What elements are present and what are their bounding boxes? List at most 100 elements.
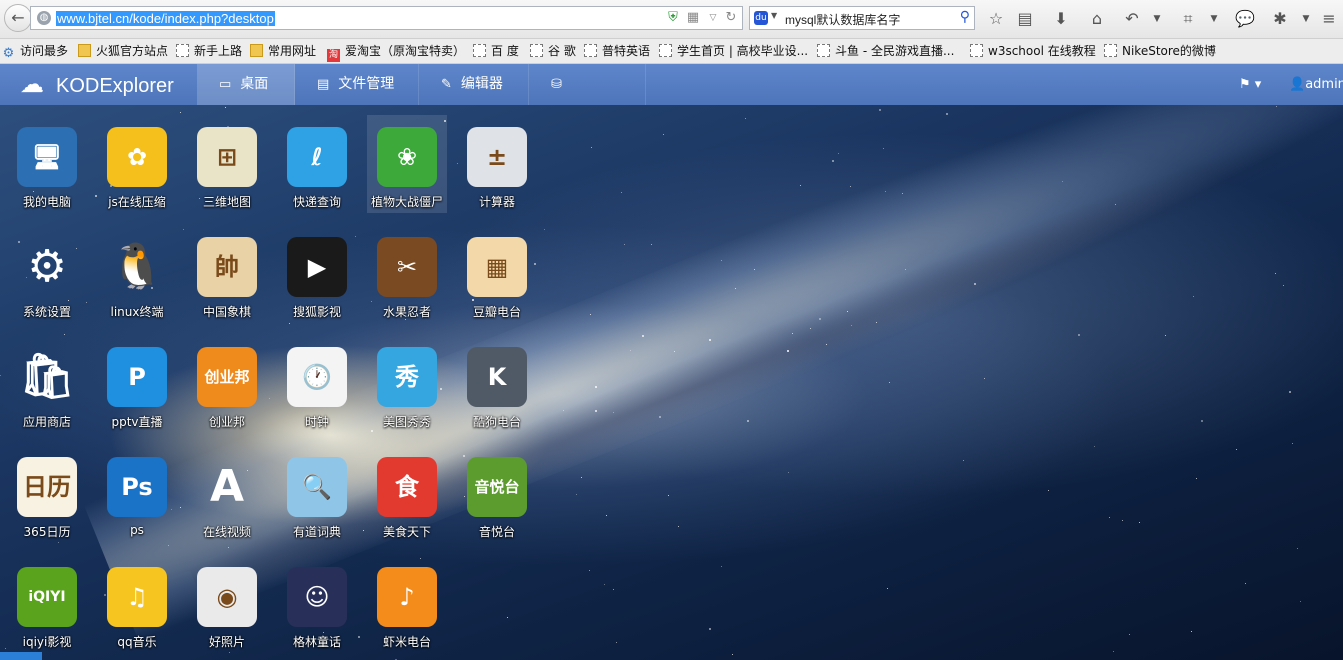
desktop-app[interactable]: 秀美图秀秀 — [367, 335, 447, 433]
desktop-app[interactable]: 创业邦 创业邦 — [187, 335, 267, 433]
bookmark-item[interactable]: w3school 在线教程 — [970, 43, 1096, 59]
desktop-app[interactable]: ▶ 搜狐影视 — [277, 225, 357, 323]
app-label: 好照片 — [208, 635, 245, 649]
desktop-app[interactable]: ⊞ 三维地图 — [187, 115, 267, 213]
edit-icon: ✎ — [441, 77, 452, 92]
bookmark-item[interactable]: 淘爱淘宝（原淘宝特卖） — [327, 43, 465, 62]
youdao-icon: 🔍 — [287, 457, 347, 517]
chat-icon[interactable]: 💬 — [1234, 8, 1256, 30]
menu-icon[interactable]: ≡ — [1318, 8, 1340, 30]
tab-desktop[interactable]: ▭ 桌面 — [197, 64, 295, 105]
desktop-app[interactable]: iQIYI iqiyi影视 — [7, 555, 87, 653]
undo-dropdown-icon[interactable]: ▼ — [1146, 8, 1168, 30]
desktop-app[interactable]: ❀ 植物大战僵尸 — [367, 115, 447, 213]
desktop-app[interactable]: ± 计算器 — [457, 115, 537, 213]
desktop-app[interactable]: 🐧 linux终端 — [97, 225, 177, 323]
qr-icon[interactable]: ▦ — [685, 10, 701, 26]
bug-icon[interactable]: ✱ — [1269, 8, 1291, 30]
calendar-icon: 日历 — [17, 457, 77, 517]
star — [1282, 285, 1284, 287]
desktop-app[interactable]: Ppptv直播 — [97, 335, 177, 433]
star — [612, 589, 614, 591]
search-input[interactable]: mysql默认数据库名字 — [785, 11, 900, 28]
page-icon — [817, 44, 830, 57]
star — [878, 109, 881, 112]
star — [882, 147, 884, 149]
tab-file-manager[interactable]: ▤ 文件管理 — [295, 64, 419, 105]
engine-dropdown-icon[interactable]: ▼ — [771, 11, 777, 20]
desktop-app[interactable]: ☺ 格林童话 — [277, 555, 357, 653]
bookmark-item[interactable]: 常用网址 — [250, 43, 316, 59]
desktop-app[interactable]: A 在线视频 — [187, 445, 267, 543]
desktop-app[interactable]: 🔍 有道词典 — [277, 445, 357, 543]
desktop-app[interactable]: 🖥 我的电脑 — [7, 115, 87, 213]
back-icon[interactable]: ← — [4, 4, 32, 32]
baidu-icon[interactable]: du — [754, 11, 768, 25]
star — [595, 409, 598, 412]
desktop-app[interactable]: ♫ qq音乐 — [97, 555, 177, 653]
map-icon: ⊞ — [197, 127, 257, 187]
desktop-app[interactable]: K 酷狗电台 — [457, 335, 537, 433]
star — [179, 506, 181, 508]
search-icon[interactable]: ⚲ — [960, 9, 970, 25]
tab-adminer[interactable]: ⛁adminer — [529, 64, 646, 133]
desktop-app[interactable]: 音悦台 音悦台 — [457, 445, 537, 543]
bookmark-item[interactable]: 学生首页 | 高校毕业设... — [659, 43, 808, 59]
desktop-app[interactable]: ♪ 虾米电台 — [367, 555, 447, 653]
bookmark-label: 谷 歌 — [548, 44, 576, 58]
bookmark-item[interactable]: NikeStore的微博 — [1104, 43, 1216, 59]
download-icon[interactable]: ⬇ — [1050, 8, 1072, 30]
database-icon: ⛁ — [551, 77, 562, 92]
star-icon[interactable]: ☆ — [985, 8, 1007, 30]
address-bar[interactable]: ◍ www.bjtel.cn/kode/index.php?desktop ⛨ … — [30, 6, 743, 30]
desktop-app[interactable]: 帥中国象棋 — [187, 225, 267, 323]
flag-menu-icon[interactable]: ⚑ ▾ — [1239, 64, 1261, 105]
desktop-app[interactable]: 🛍 应用商店 — [7, 335, 87, 433]
bookmark-item[interactable]: 斗鱼 - 全民游戏直播... — [817, 43, 954, 59]
express-icon: ℓ — [287, 127, 347, 187]
reload-icon[interactable]: ↻ — [723, 10, 739, 26]
crop-dropdown-icon[interactable]: ▼ — [1203, 8, 1225, 30]
undo-icon[interactable]: ↶ — [1121, 8, 1143, 30]
bookmarks-bar: ⚙ 访问最多 火狐官方站点 新手上路 常用网址淘爱淘宝（原淘宝特卖） 百 度 谷 歌 普特英语… — [0, 39, 1343, 64]
desktop-app[interactable]: 🕐 时钟 — [277, 335, 357, 433]
desktop-app[interactable]: ✿ js在线压缩 — [97, 115, 177, 213]
bug-dropdown-icon[interactable]: ▼ — [1295, 8, 1317, 30]
bookmark-item[interactable]: ⚙ 访问最多 — [2, 43, 68, 60]
bookmark-item[interactable]: 百 度 — [473, 43, 519, 59]
url-text[interactable]: www.bjtel.cn/kode/index.php?desktop — [56, 11, 275, 26]
home-icon[interactable]: ⌂ — [1086, 8, 1108, 30]
bookmark-item[interactable]: 新手上路 — [176, 43, 242, 59]
desktop-app[interactable]: 日历 365日历 — [7, 445, 87, 543]
desktop-app[interactable]: ⚙ 系统设置 — [7, 225, 87, 323]
star — [678, 526, 680, 527]
tab-label: 文件管理 — [338, 76, 395, 92]
reader-icon[interactable]: ▤ — [1014, 8, 1036, 30]
dropdown-icon[interactable]: ▽ — [705, 10, 721, 26]
bookmark-item[interactable]: 火狐官方站点 — [78, 43, 168, 59]
app-label: 应用商店 — [22, 415, 71, 429]
shield-icon[interactable]: ⛨ — [665, 10, 681, 26]
app-label: 豆瓣电台 — [472, 305, 521, 319]
desktop-app[interactable]: 食美食天下 — [367, 445, 447, 543]
star — [838, 152, 840, 154]
star — [1191, 631, 1193, 633]
crop-icon[interactable]: ⌗ — [1177, 8, 1199, 30]
bookmark-item[interactable]: 谷 歌 — [530, 43, 576, 59]
bookmark-item[interactable]: 普特英语 — [584, 43, 650, 59]
desktop-app[interactable]: ✂ 水果忍者 — [367, 225, 447, 323]
desktop-app[interactable]: ▦ 豆瓣电台 — [457, 225, 537, 323]
user-menu[interactable]: 👤admin▾ — [1289, 64, 1343, 105]
search-bar[interactable]: du ▼ mysql默认数据库名字 ⚲ — [749, 6, 975, 30]
star — [179, 112, 181, 114]
tab-editor[interactable]: ✎ 编辑器 — [419, 64, 529, 105]
desktop[interactable]: 🖥 我的电脑 ✿ js在线压缩 ⊞ 三维地图 ℓ 快递查询 ❀ 植物大战僵尸 ± 计算器 ⚙ 系统设置 🐧 l… — [0, 105, 1343, 660]
star — [591, 146, 593, 148]
desktop-app[interactable]: Ps ps — [97, 445, 177, 543]
star — [0, 375, 2, 377]
bookmark-label: 学生首页 | 高校毕业设... — [677, 44, 809, 58]
desktop-app[interactable]: ℓ 快递查询 — [277, 115, 357, 213]
star — [624, 244, 626, 246]
star — [946, 113, 949, 116]
desktop-app[interactable]: ◉ 好照片 — [187, 555, 267, 653]
